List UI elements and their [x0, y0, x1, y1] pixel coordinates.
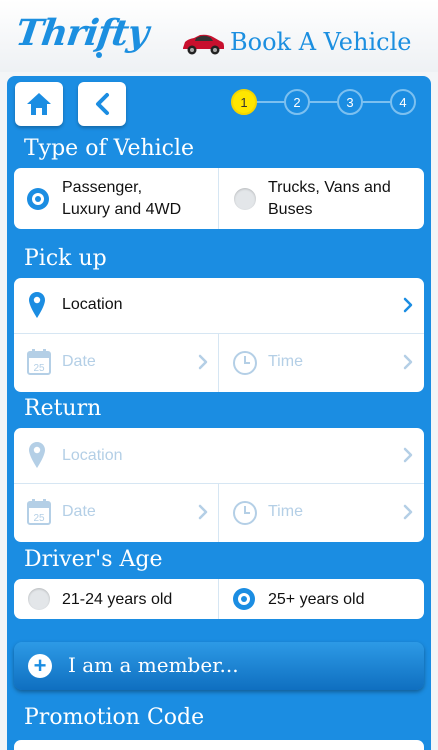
chevron-right-icon	[198, 354, 208, 370]
pickup-datetime-row: 25 Date Time	[14, 334, 424, 392]
page-title: Book A Vehicle	[230, 28, 412, 56]
vehicle-option-trucks[interactable]: Trucks, Vans and Buses	[219, 168, 424, 229]
return-title: Return	[24, 396, 102, 421]
home-button[interactable]	[15, 82, 63, 126]
vehicle-option-passenger[interactable]: Passenger, Luxury and 4WD	[14, 168, 218, 229]
vehicle-option-label: Trucks, Vans and Buses	[268, 179, 391, 218]
radio-selected[interactable]	[233, 588, 255, 610]
plus-icon: +	[28, 654, 52, 678]
logo-mark	[96, 52, 102, 58]
return-card: Location 25 Date Time	[14, 428, 424, 542]
calendar-day: 25	[33, 363, 45, 374]
clock-icon	[233, 501, 257, 525]
return-location-row[interactable]: Location	[14, 428, 424, 483]
step-progress-line	[244, 101, 404, 103]
step-4: 4	[390, 89, 416, 115]
pickup-time-field[interactable]: Time	[219, 334, 424, 392]
chevron-right-icon	[403, 297, 413, 313]
age-option-21-24[interactable]: 21-24 years old	[14, 579, 218, 619]
home-icon	[27, 93, 51, 115]
age-option-25-plus[interactable]: 25+ years old	[219, 579, 424, 619]
vehicle-type-card: Passenger, Luxury and 4WD Trucks, Vans a…	[14, 168, 424, 229]
promotion-code-input[interactable]	[14, 740, 424, 750]
member-label: I am a member...	[68, 653, 239, 677]
app-header: Thrifty Book A Vehicle	[0, 0, 438, 72]
return-time-field[interactable]: Time	[219, 484, 424, 542]
calendar-icon: 25	[27, 499, 51, 525]
clock-icon	[233, 351, 257, 375]
age-option-label: 25+ years old	[268, 591, 365, 608]
radio-unselected[interactable]	[234, 188, 256, 210]
pickup-date-label: Date	[62, 353, 96, 370]
return-datetime-row: 25 Date Time	[14, 484, 424, 542]
return-date-field[interactable]: 25 Date	[14, 484, 218, 542]
chevron-right-icon	[198, 504, 208, 520]
step-3: 3	[337, 89, 363, 115]
location-pin-icon	[29, 292, 45, 318]
radio-unselected[interactable]	[28, 588, 50, 610]
calendar-day: 25	[33, 513, 45, 524]
pickup-location-row[interactable]: Location	[14, 278, 424, 333]
vehicle-option-label: Passenger, Luxury and 4WD	[62, 179, 182, 218]
radio-selected[interactable]	[27, 188, 49, 210]
location-pin-icon	[29, 442, 45, 468]
pickup-location-label: Location	[62, 296, 123, 313]
age-option-label: 21-24 years old	[62, 591, 173, 608]
return-time-label: Time	[268, 503, 303, 520]
step-1: 1	[231, 89, 257, 115]
back-chevron-icon	[96, 93, 109, 115]
chevron-right-icon	[403, 447, 413, 463]
promotion-code-title: Promotion Code	[24, 705, 205, 730]
vehicle-type-title: Type of Vehicle	[24, 136, 195, 161]
step-2: 2	[284, 89, 310, 115]
pickup-date-field[interactable]: 25 Date	[14, 334, 218, 392]
chevron-right-icon	[403, 504, 413, 520]
car-icon	[183, 34, 224, 55]
back-button[interactable]	[78, 82, 126, 126]
pickup-title: Pick up	[24, 246, 107, 271]
thrifty-logo: Thrifty	[13, 12, 151, 54]
member-toggle-button[interactable]: + I am a member...	[14, 642, 424, 690]
chevron-right-icon	[403, 354, 413, 370]
pickup-card: Location 25 Date Time	[14, 278, 424, 392]
drivers-age-card: 21-24 years old 25+ years old	[14, 579, 424, 619]
drivers-age-title: Driver's Age	[24, 547, 163, 572]
calendar-icon: 25	[27, 349, 51, 375]
pickup-time-label: Time	[268, 353, 303, 370]
return-date-label: Date	[62, 503, 96, 520]
return-location-label: Location	[62, 447, 123, 464]
